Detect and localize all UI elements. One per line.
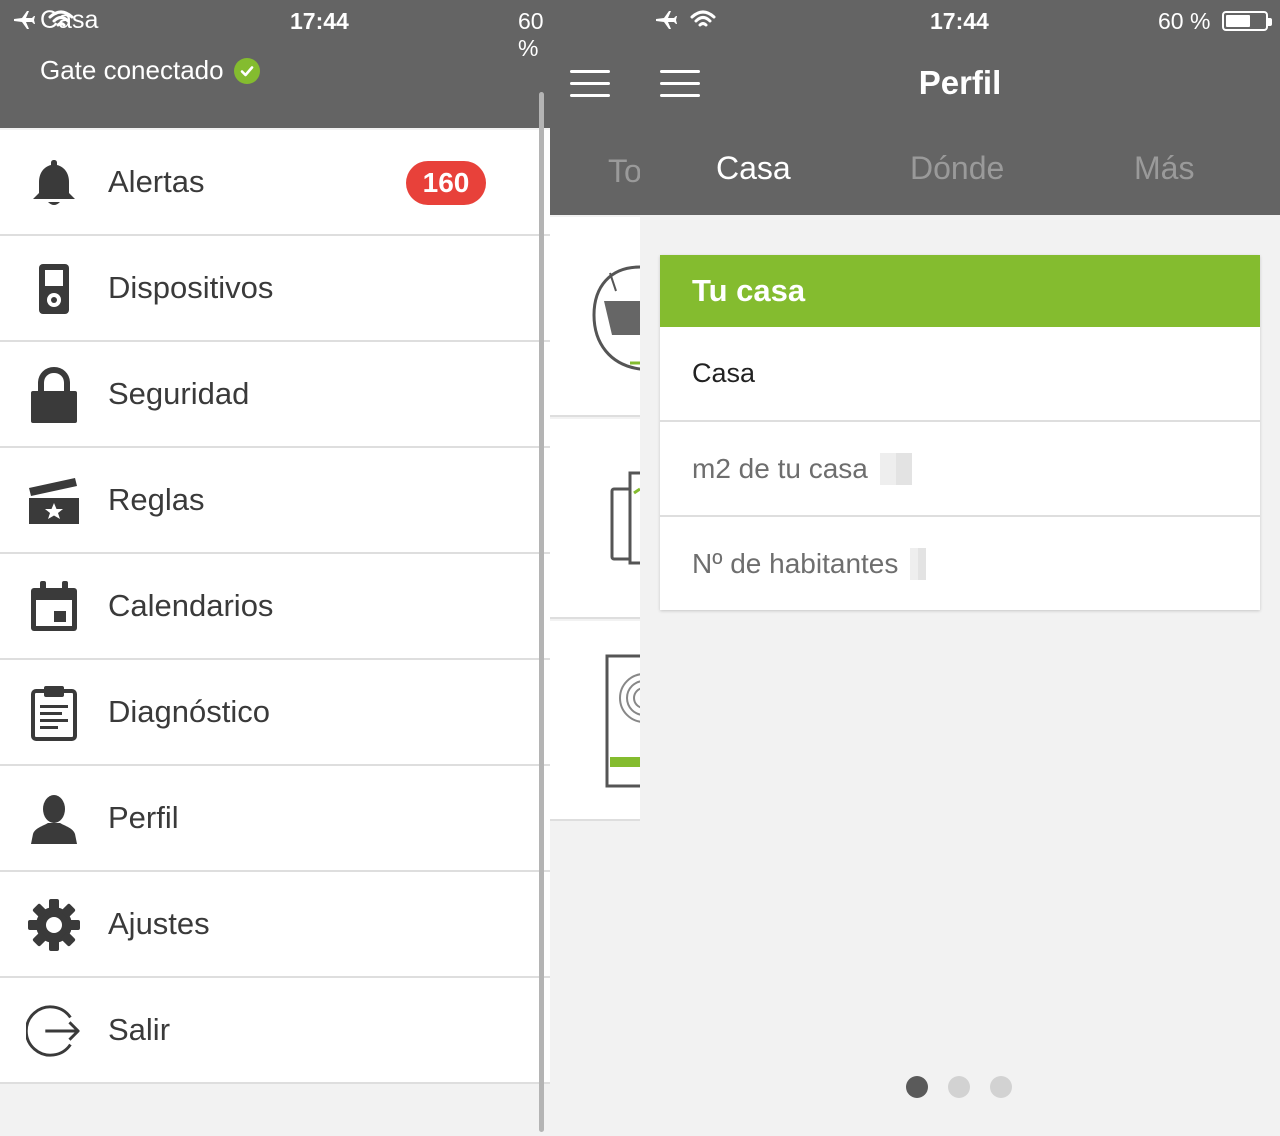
tab-partial[interactable]: To	[608, 153, 640, 190]
alert-count-badge: 160	[406, 161, 486, 205]
menu-header: Casa 17:44 60 % Gate conectado	[0, 0, 550, 128]
status-time: 17:44	[930, 8, 989, 34]
menu-item-label: Alertas	[108, 164, 205, 199]
menu-item-label: Diagnóstico	[108, 694, 270, 729]
gate-device-icon	[592, 265, 640, 371]
tab-mas[interactable]: Más	[1134, 150, 1194, 187]
menu-item-label: Dispositivos	[108, 270, 274, 305]
menu-list: Alertas 160 Dispositivos Seguridad Regla…	[0, 130, 550, 1084]
status-time: 17:44	[290, 8, 349, 34]
home-card: Tu casa Casa m2 de tu casa Nº de habitan…	[660, 255, 1260, 610]
menu-item-alertas[interactable]: Alertas 160	[0, 130, 550, 236]
gate-status-label: Gate conectado	[40, 55, 224, 85]
check-circle-icon	[233, 57, 260, 84]
menu-item-label: Seguridad	[108, 376, 250, 411]
menu-item-diagnostico[interactable]: Diagnóstico	[0, 660, 550, 766]
device-card[interactable]	[550, 621, 640, 821]
tab-donde[interactable]: Dónde	[910, 150, 1004, 187]
perfil-screen: 17:44 60 % Perfil Casa Dónde Más Tu casa…	[640, 0, 1280, 1136]
rules-icon	[26, 475, 82, 527]
home-size-value	[879, 452, 912, 485]
lock-icon	[26, 367, 82, 423]
menu-item-calendarios[interactable]: Calendarios	[0, 554, 550, 660]
hamburger-menu-icon[interactable]	[570, 70, 610, 98]
meter-device-icon	[605, 654, 640, 788]
menu-item-ajustes[interactable]: Ajustes	[0, 872, 550, 978]
menu-item-dispositivos[interactable]: Dispositivos	[0, 236, 550, 342]
page-indicator	[906, 1076, 1016, 1098]
menu-item-reglas[interactable]: Reglas	[0, 448, 550, 554]
app-root: Casa 17:44 60 % Gate conectado Alertas 1…	[0, 0, 1280, 1136]
menu-item-perfil[interactable]: Perfil	[0, 766, 550, 872]
wifi-icon	[690, 10, 716, 27]
background-screen: To	[550, 0, 640, 1136]
calendar-icon	[26, 581, 82, 633]
side-menu: Casa 17:44 60 % Gate conectado Alertas 1…	[0, 0, 550, 1136]
inhabitants-value	[910, 547, 927, 580]
battery-icon	[1222, 11, 1272, 31]
page-dot-3[interactable]	[990, 1076, 1012, 1098]
background-header: To	[550, 0, 640, 215]
logout-icon	[26, 1005, 82, 1057]
menu-item-salir[interactable]: Salir	[0, 978, 550, 1084]
page-dot-1[interactable]	[906, 1076, 928, 1098]
device-card[interactable]	[550, 419, 640, 619]
perfil-tabs: Casa Dónde Más	[640, 150, 1280, 198]
menu-item-label: Perfil	[108, 800, 179, 835]
menu-scrollbar[interactable]	[539, 92, 544, 1132]
home-size-label: m2 de tu casa	[692, 452, 868, 484]
menu-item-label: Ajustes	[108, 906, 210, 941]
home-size-field[interactable]: m2 de tu casa	[660, 420, 1260, 515]
home-name: Casa	[40, 6, 99, 34]
tab-casa[interactable]: Casa	[716, 150, 791, 187]
menu-item-label: Salir	[108, 1012, 171, 1047]
battery-percentage: 60 %	[1158, 8, 1211, 34]
perfil-header: 17:44 60 % Perfil Casa Dónde Más	[640, 0, 1280, 215]
gear-icon	[26, 899, 82, 951]
menu-item-label: Reglas	[108, 482, 205, 517]
device-icon	[26, 263, 82, 315]
menu-item-seguridad[interactable]: Seguridad	[0, 342, 550, 448]
gate-status: Gate conectado	[40, 55, 260, 86]
airplane-mode-icon	[14, 11, 35, 29]
menu-item-label: Calendarios	[108, 588, 274, 623]
page-dot-2[interactable]	[948, 1076, 970, 1098]
card-header: Tu casa	[660, 255, 1260, 327]
bell-icon	[26, 157, 82, 209]
user-icon	[26, 793, 82, 845]
home-name-value: Casa	[692, 358, 756, 388]
home-name-field[interactable]: Casa	[660, 327, 1260, 420]
airplane-mode-icon	[656, 11, 677, 29]
page-title: Perfil	[918, 64, 1002, 101]
device-card[interactable]	[550, 217, 640, 417]
inhabitants-field[interactable]: Nº de habitantes	[660, 515, 1260, 610]
battery-percentage: 60 %	[518, 8, 544, 61]
inhabitants-label: Nº de habitantes	[692, 547, 899, 579]
status-bar-left: Casa 17:44 60 %	[0, 0, 550, 61]
sensor-device-icon	[610, 471, 640, 565]
clipboard-icon	[26, 686, 82, 741]
